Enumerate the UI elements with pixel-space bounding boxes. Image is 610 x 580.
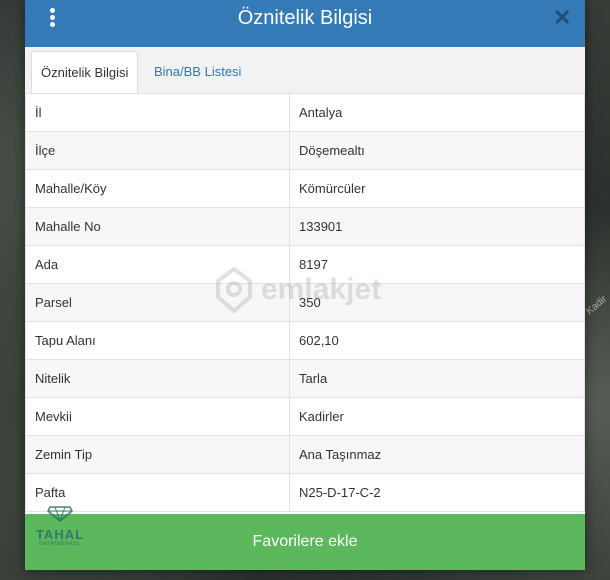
attribute-key: Mahalle No: [25, 207, 290, 246]
tab-attribute-info[interactable]: Öznitelik Bilgisi: [31, 51, 139, 94]
attribute-value: Kadirler: [289, 397, 585, 436]
attribute-value: 602,10: [289, 321, 585, 360]
attribute-table: İl Antalya İlçe Döşemealtı Mahalle/Köy Kömürc…: [25, 93, 585, 512]
brand-name: TAHAL: [35, 527, 85, 542]
table-row: Ada 8197: [25, 245, 585, 284]
attribute-value: Ana Taşınmaz: [289, 435, 585, 474]
attribute-value: Tarla: [289, 359, 585, 398]
vertical-dots-menu-icon[interactable]: [45, 8, 59, 30]
table-row: Zemin Tip Ana Taşınmaz: [25, 435, 585, 474]
dialog-header: Öznitelik Bilgisi ✕: [25, 0, 585, 47]
attribute-value: 133901: [289, 207, 585, 246]
attribute-key: Nitelik: [25, 359, 290, 398]
attribute-value: Antalya: [289, 93, 585, 132]
attribute-key: Tapu Alanı: [25, 321, 290, 360]
attribute-key: Zemin Tip: [25, 435, 290, 474]
dialog-title: Öznitelik Bilgisi: [237, 7, 373, 29]
attribute-value: Kömürcüler: [289, 169, 585, 208]
table-row: Pafta N25-D-17-C-2: [25, 473, 585, 512]
attribute-dialog: Öznitelik Bilgisi ✕ Öznitelik Bilgisi Bi…: [25, 0, 585, 570]
table-row: Mahalle/Köy Kömürcüler: [25, 169, 585, 208]
attribute-value: Döşemealtı: [289, 131, 585, 170]
attribute-key: İl: [25, 93, 290, 132]
table-row: İlçe Döşemealtı: [25, 131, 585, 170]
attribute-value: 8197: [289, 245, 585, 284]
tab-building-list[interactable]: Bina/BB Listesi: [145, 51, 250, 92]
tab-bar: Öznitelik Bilgisi Bina/BB Listesi: [25, 47, 585, 94]
close-icon[interactable]: ✕: [553, 6, 571, 30]
diamond-logo-icon: [47, 506, 73, 523]
attribute-key: Parsel: [25, 283, 290, 322]
table-row: Tapu Alanı 602,10: [25, 321, 585, 360]
tahal-brand-logo: TAHAL GAYRIMENKUL: [30, 506, 90, 552]
table-row: Parsel 350: [25, 283, 585, 322]
add-to-favorites-button[interactable]: Favorilere ekle: [25, 514, 585, 570]
map-road-label: Kadir: [583, 293, 609, 318]
table-row: Mahalle No 133901: [25, 207, 585, 246]
attribute-key: Mahalle/Köy: [25, 169, 290, 208]
attribute-value: 350: [289, 283, 585, 322]
table-row: Nitelik Tarla: [25, 359, 585, 398]
attribute-key: İlçe: [25, 131, 290, 170]
attribute-value: N25-D-17-C-2: [289, 473, 585, 512]
attribute-key: Ada: [25, 245, 290, 284]
table-row: İl Antalya: [25, 93, 585, 132]
table-row: Mevkii Kadirler: [25, 397, 585, 436]
attribute-key: Mevkii: [25, 397, 290, 436]
